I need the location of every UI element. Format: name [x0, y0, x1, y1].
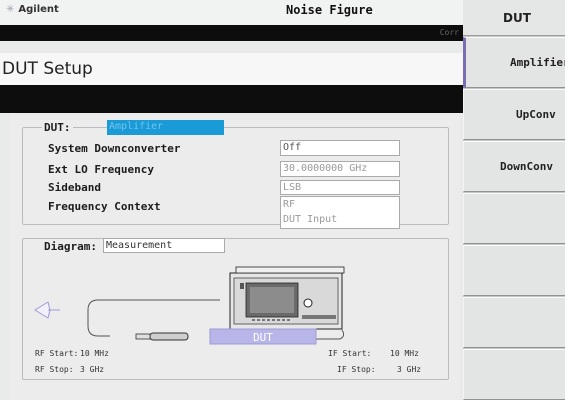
logo-text: Agilent: [18, 4, 59, 15]
noise-figure-analyzer-icon: [229, 266, 345, 330]
if-start-label: IF Start:: [328, 349, 372, 358]
if-stop-value: 3 GHz: [397, 365, 422, 374]
dut-label: DUT:: [42, 121, 73, 134]
agilent-logo: ✳ Agilent: [6, 4, 59, 15]
softkey-downconv[interactable]: DownConv: [463, 141, 565, 192]
softkey-panel: DUT Amplifier UpConv DownConv: [463, 0, 565, 400]
dut-block: DUT: [209, 328, 317, 345]
softkey-blank-7[interactable]: [463, 349, 565, 400]
rf-start-value: 10 MHz: [80, 349, 109, 358]
mode-title: Noise Figure: [286, 3, 373, 17]
softkey-menu-title: DUT: [463, 0, 565, 36]
frequency-context-field[interactable]: RF DUT Input: [280, 196, 400, 229]
if-start-value: 10 MHz: [390, 349, 419, 358]
frequency-context-line1: RF: [283, 199, 296, 210]
dut-block-text: DUT: [253, 331, 273, 344]
top-status-bar: ✳ Agilent Noise Figure: [0, 0, 463, 25]
screen-title: DUT Setup: [0, 53, 463, 85]
if-cable: [316, 329, 345, 340]
ext-lo-frequency-field[interactable]: 30.0000000 GHz: [280, 161, 400, 177]
corr-indicator: Corr: [439, 28, 459, 37]
sideband-field[interactable]: LSB: [280, 180, 400, 195]
if-stop-label: IF Stop:: [337, 365, 376, 374]
diagram-field[interactable]: Measurement: [103, 238, 225, 253]
system-downconverter-field[interactable]: Off: [280, 140, 400, 156]
diagram-label: Diagram:: [42, 240, 99, 253]
instrument-screen: ✳ Agilent Noise Figure Corr DUT Setup DUT…: [0, 0, 463, 400]
rf-stop-value: 3 GHz: [80, 365, 105, 374]
softkey-amplifier[interactable]: Amplifier: [463, 37, 565, 88]
measurement-diagram: DUT: [34, 266, 345, 345]
noise-source-icon: [135, 332, 189, 341]
agilent-spark-icon: ✳: [6, 4, 15, 15]
softkey-upconv[interactable]: UpConv: [463, 89, 565, 140]
softkey-blank-6[interactable]: [463, 297, 565, 348]
frequency-context-line2: DUT Input: [283, 214, 338, 225]
softkey-blank-5[interactable]: [463, 245, 565, 296]
rf-start-label: RF Start:: [35, 349, 79, 358]
ext-lo-frequency-label: Ext LO Frequency: [46, 163, 156, 176]
message-bar: Corr: [0, 25, 463, 41]
rf-cable: [87, 299, 220, 337]
dut-mode-field[interactable]: Amplifier: [107, 120, 224, 135]
signal-diamond-icon: [34, 301, 60, 319]
system-downconverter-label: System Downconverter: [46, 142, 183, 155]
dut-setup-panel: DUT: Amplifier System Downconverter Off …: [10, 113, 460, 400]
status-bar: [0, 85, 463, 113]
softkey-blank-4[interactable]: [463, 193, 565, 244]
rf-stop-label: RF Stop:: [35, 365, 74, 374]
frequency-context-label: Frequency Context: [46, 200, 163, 213]
sideband-label: Sideband: [46, 181, 103, 194]
